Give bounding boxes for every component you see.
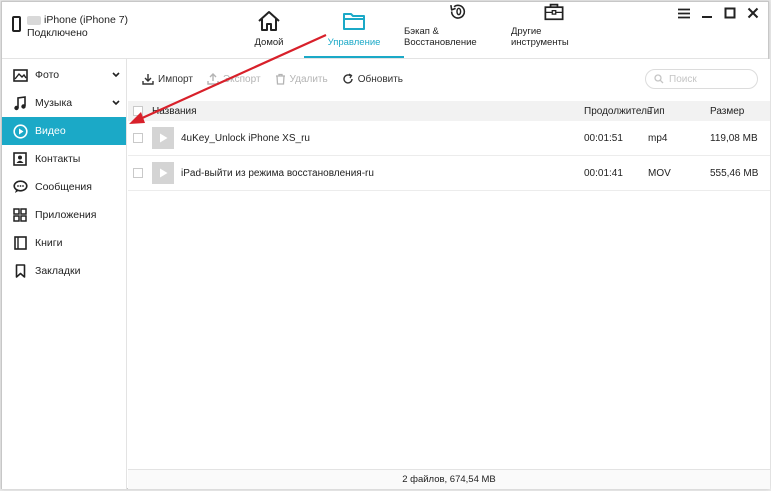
delete-button[interactable]: Удалить: [275, 73, 328, 85]
file-duration: 00:01:41: [584, 167, 623, 179]
sidebar-item-label: Музыка: [35, 97, 73, 109]
sidebar-item-messages[interactable]: Сообщения: [2, 173, 126, 201]
backup-restore-icon: [449, 4, 465, 19]
file-duration: 00:01:51: [584, 132, 623, 144]
sidebar-item-video[interactable]: Видео: [2, 117, 126, 145]
export-icon: [207, 73, 219, 85]
window-controls: [677, 6, 760, 20]
tab-manage[interactable]: Управление: [304, 2, 404, 58]
row-checkbox[interactable]: [133, 133, 143, 143]
maximize-icon[interactable]: [723, 6, 737, 20]
column-header-type[interactable]: Тип: [648, 106, 710, 117]
import-icon: [142, 74, 154, 85]
menu-icon[interactable]: [677, 6, 691, 20]
video-thumbnail: [152, 162, 174, 184]
tab-other-tools[interactable]: Другие инструменты: [511, 2, 597, 58]
table-header: Названия Продолжитель Тип Размер: [128, 101, 770, 121]
sidebar-item-music[interactable]: Музыка: [2, 89, 126, 117]
column-header-duration[interactable]: Продолжитель: [584, 106, 652, 117]
search-icon: [654, 74, 664, 84]
chevron-down-icon[interactable]: [112, 97, 120, 109]
toolbar: Импорт Экспорт Удалить Обновить: [128, 59, 770, 99]
tab-home[interactable]: Домой: [234, 2, 304, 58]
file-size: 119,08 MB: [710, 132, 758, 144]
apps-icon: [12, 207, 28, 223]
sidebar-item-apps[interactable]: Приложения: [2, 201, 126, 229]
app-window: iPhone (iPhone 7) Подключено Домой Управ…: [1, 1, 770, 489]
column-header-size[interactable]: Размер: [710, 106, 770, 117]
sidebar-item-label: Видео: [35, 125, 66, 137]
file-size: 555,46 MB: [710, 167, 759, 179]
file-type: MOV: [648, 167, 671, 179]
select-all-checkbox[interactable]: [133, 106, 143, 116]
device-name: iPhone (iPhone 7): [44, 14, 129, 26]
photo-icon: [12, 67, 28, 83]
sidebar-item-books[interactable]: Книги: [2, 229, 126, 257]
import-button[interactable]: Импорт: [142, 73, 193, 85]
sidebar-item-contacts[interactable]: Контакты: [2, 145, 126, 173]
contacts-icon: [12, 151, 28, 167]
play-icon: [159, 133, 167, 143]
minimize-icon[interactable]: [700, 6, 714, 20]
refresh-button[interactable]: Обновить: [342, 73, 403, 85]
file-list: 4uKey_Unlock iPhone XS_ru 00:01:51 mp4 1…: [128, 121, 770, 191]
file-name: 4uKey_Unlock iPhone XS_ru: [181, 132, 310, 144]
status-bar: 2 файлов, 674,54 MB: [128, 469, 770, 489]
folder-icon: [343, 13, 365, 30]
close-icon[interactable]: [746, 6, 760, 20]
video-thumbnail: [152, 127, 174, 149]
home-icon: [258, 11, 280, 31]
sidebar-item-label: Сообщения: [35, 181, 92, 193]
tab-backup-restore[interactable]: Бэкап & Восстановление: [404, 2, 511, 58]
video-play-icon: [12, 123, 28, 139]
refresh-icon: [343, 73, 353, 84]
redacted-device-name: [27, 15, 41, 25]
top-header: iPhone (iPhone 7) Подключено Домой Управ…: [2, 2, 768, 59]
device-status: Подключено: [27, 27, 88, 39]
file-summary: 2 файлов, 674,54 MB: [402, 474, 496, 485]
sidebar-item-label: Закладки: [35, 265, 81, 277]
chevron-down-icon[interactable]: [112, 69, 120, 81]
books-icon: [12, 235, 28, 251]
main-content: Импорт Экспорт Удалить Обновить Названия: [128, 59, 770, 489]
music-icon: [12, 95, 28, 111]
play-icon: [159, 168, 167, 178]
bookmarks-icon: [12, 263, 28, 279]
file-name: iPad-выйти из режима восстановления-ru: [181, 167, 374, 179]
trash-icon: [275, 73, 285, 85]
phone-icon: [12, 16, 21, 32]
toolbox-icon: [544, 3, 564, 21]
search-input[interactable]: [669, 73, 749, 85]
table-row[interactable]: iPad-выйти из режима восстановления-ru 0…: [128, 156, 770, 191]
sidebar: Фото Музыка Видео Контакты Сообщения При…: [2, 59, 127, 489]
sidebar-item-label: Приложения: [35, 209, 97, 221]
file-type: mp4: [648, 132, 668, 144]
export-button[interactable]: Экспорт: [207, 73, 261, 85]
sidebar-item-label: Контакты: [35, 153, 81, 165]
sidebar-item-bookmarks[interactable]: Закладки: [2, 257, 126, 285]
messages-icon: [12, 179, 28, 195]
sidebar-item-label: Фото: [35, 69, 60, 81]
row-checkbox[interactable]: [133, 168, 143, 178]
main-nav: Домой Управление Бэкап & Восстановление …: [234, 2, 597, 58]
device-info: iPhone (iPhone 7) Подключено: [12, 14, 128, 40]
table-row[interactable]: 4uKey_Unlock iPhone XS_ru 00:01:51 mp4 1…: [128, 121, 770, 156]
sidebar-item-label: Книги: [35, 237, 63, 249]
sidebar-item-photo[interactable]: Фото: [2, 61, 126, 89]
search-box[interactable]: [645, 69, 758, 89]
column-header-name[interactable]: Названия: [152, 106, 584, 117]
